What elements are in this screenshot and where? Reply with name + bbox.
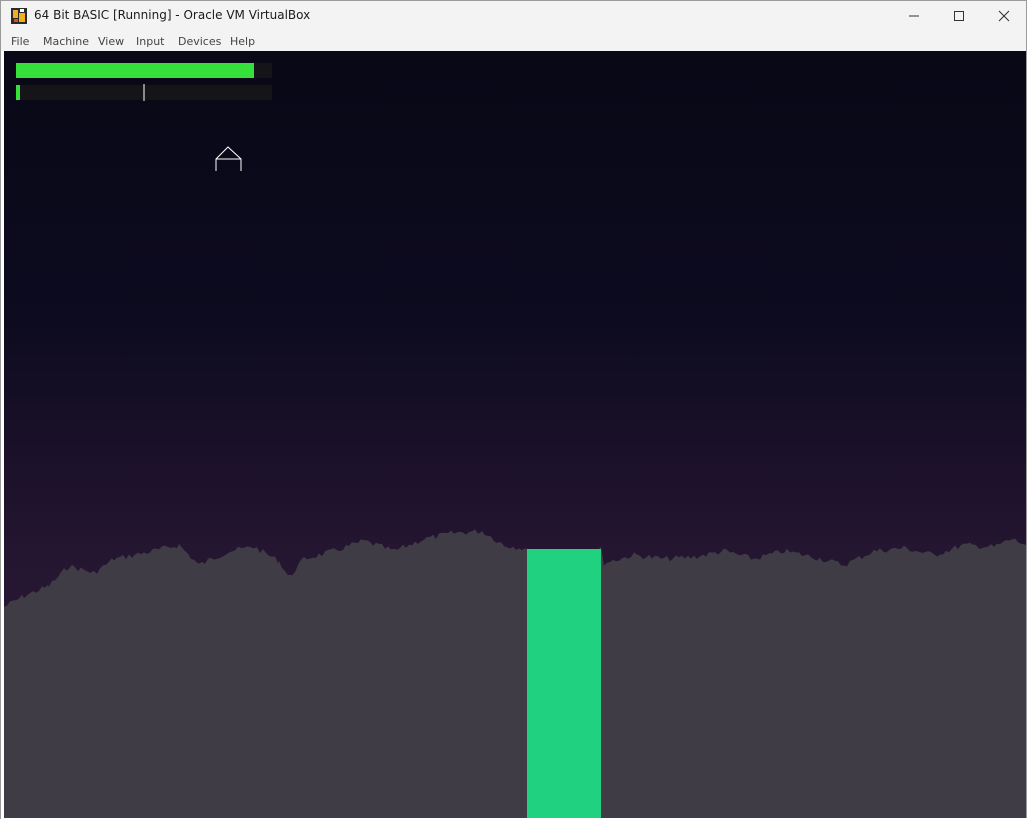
virtualbox-window: 64 Bit BASIC [Running] - Oracle VM Virtu… (0, 0, 1027, 820)
menu-view[interactable]: View (98, 35, 124, 48)
thrust-gauge-fill (16, 85, 20, 100)
window-title: 64 Bit BASIC [Running] - Oracle VM Virtu… (34, 8, 311, 22)
landing-pad (527, 549, 601, 818)
fuel-gauge-fill (16, 63, 254, 78)
maximize-icon (954, 11, 964, 21)
menu-file[interactable]: File (11, 35, 29, 48)
maximize-button[interactable] (936, 1, 982, 31)
lander-ship-icon (215, 146, 242, 171)
menu-machine[interactable]: Machine (43, 35, 89, 48)
menu-bar: File Machine View Input Devices Help (1, 31, 1026, 51)
game-canvas (4, 63, 1026, 818)
title-bar[interactable]: 64 Bit BASIC [Running] - Oracle VM Virtu… (1, 1, 1026, 31)
vm-display[interactable] (4, 51, 1026, 818)
close-button[interactable] (981, 1, 1027, 31)
menu-input[interactable]: Input (136, 35, 164, 48)
minimize-icon (909, 15, 919, 17)
terrain (4, 529, 1026, 818)
minimize-button[interactable] (891, 1, 937, 31)
close-icon (998, 10, 1010, 22)
menu-devices[interactable]: Devices (178, 35, 221, 48)
menu-help[interactable]: Help (230, 35, 255, 48)
virtualbox-app-icon (11, 8, 27, 24)
